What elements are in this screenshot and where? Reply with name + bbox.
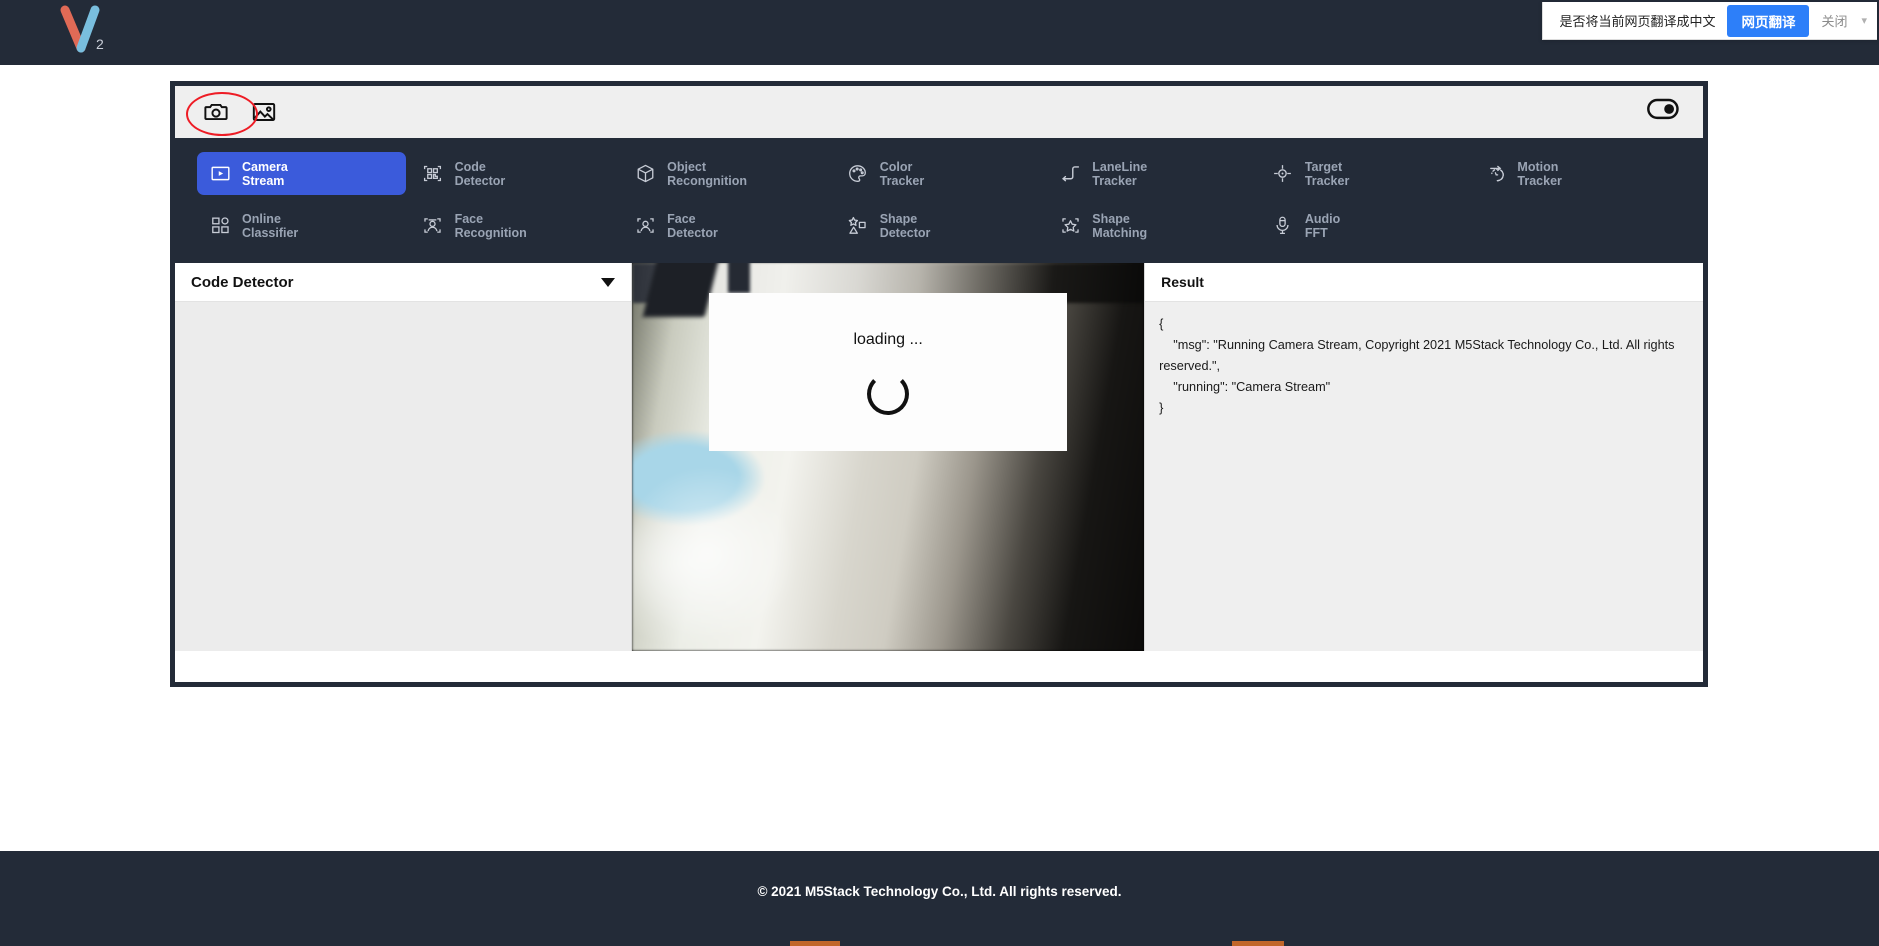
function-label: Camera Stream (242, 159, 288, 188)
function-item-target-tracker[interactable]: Target Tracker (1260, 152, 1469, 195)
function-item-shape-detector[interactable]: Shape Detector (835, 204, 1044, 247)
logo-subscript: 2 (96, 36, 104, 52)
settings-panel: Code Detector (175, 263, 633, 651)
page-body: Camera Stream Code Detector Object Recon… (0, 65, 1879, 851)
settings-panel-body (175, 302, 632, 651)
content-row: Code Detector loading ... Result { "msg"… (175, 263, 1703, 651)
toggle-switch-icon[interactable] (1647, 98, 1679, 122)
function-label: Face Detector (667, 211, 718, 240)
translate-close-button[interactable]: 关闭 (1821, 11, 1847, 30)
function-item-laneline-tracker[interactable]: LaneLine Tracker (1047, 152, 1256, 195)
function-item-face-recognition[interactable]: Face Recognition (410, 204, 619, 247)
function-label: Shape Matching (1092, 211, 1148, 240)
function-label: Object Recongnition (667, 159, 747, 188)
star-bracket-icon (1059, 215, 1081, 237)
motion-speed-icon (1484, 163, 1506, 185)
function-label: Motion Tracker (1517, 159, 1562, 188)
grid-shapes-icon (209, 215, 231, 237)
camera-feed-dark-bar (728, 263, 751, 293)
caret-down-icon[interactable] (601, 277, 616, 287)
function-item-color-tracker[interactable]: Color Tracker (835, 152, 1044, 195)
bottom-edge-accent-right (1232, 941, 1284, 946)
function-item-motion-tracker[interactable]: Motion Tracker (1472, 152, 1681, 195)
camera-icon[interactable] (201, 97, 231, 127)
result-json-output: { "msg": "Running Camera Stream, Copyrig… (1159, 317, 1675, 415)
camera-video-panel[interactable]: loading ... (632, 263, 1145, 651)
image-icon[interactable] (249, 97, 279, 127)
spinner-icon (867, 373, 910, 415)
microphone-icon (1272, 215, 1294, 237)
qr-code-icon (422, 163, 444, 185)
function-label: Target Tracker (1304, 159, 1350, 188)
face-bracket-icon (634, 215, 656, 237)
function-item-shape-matching[interactable]: Shape Matching (1047, 204, 1256, 247)
translate-message: 是否将当前网页翻译成中文 (1559, 14, 1716, 29)
function-label: Online Classifier (242, 211, 299, 240)
page-footer: © 2021 M5Stack Technology Co., Ltd. All … (0, 851, 1879, 946)
palette-icon (847, 163, 869, 185)
shapes-icon (847, 215, 869, 237)
translate-page-button[interactable]: 网页翻译 (1727, 4, 1810, 37)
loading-label: loading ... (853, 331, 923, 348)
bottom-edge-accent-left (790, 941, 840, 946)
face-scan-icon (422, 215, 444, 237)
chevron-down-icon[interactable]: ▾ (1859, 14, 1867, 27)
app-toolbar (175, 86, 1703, 138)
lane-line-icon (1059, 163, 1081, 185)
function-item-audio-fft[interactable]: Audio FFT (1260, 204, 1469, 247)
function-label: Color Tracker (879, 159, 925, 188)
v2-logo[interactable]: 2 (55, 4, 115, 56)
video-play-icon (209, 163, 231, 185)
footer-copyright: © 2021 M5Stack Technology Co., Ltd. All … (757, 884, 1122, 899)
crosshair-icon (1272, 163, 1294, 185)
loading-overlay: loading ... (709, 293, 1068, 451)
function-item-online-classifier[interactable]: Online Classifier (197, 204, 406, 247)
function-label: Code Detector (454, 159, 506, 188)
function-select-dropdown[interactable]: Code Detector (175, 263, 632, 302)
cube-icon (634, 163, 656, 185)
function-grid: Camera Stream Code Detector Object Recon… (175, 138, 1703, 263)
function-select-value: Code Detector (191, 273, 294, 291)
function-label: Audio FFT (1304, 211, 1341, 240)
translate-banner: 是否将当前网页翻译成中文 网页翻译 关闭 ▾ (1542, 2, 1877, 40)
function-item-camera-stream[interactable]: Camera Stream (197, 152, 406, 195)
result-title: Result (1145, 263, 1703, 302)
result-panel: Result { "msg": "Running Camera Stream, … (1144, 263, 1703, 651)
function-label: Shape Detector (879, 211, 931, 240)
function-label: LaneLine Tracker (1092, 159, 1148, 188)
app-frame: Camera Stream Code Detector Object Recon… (170, 81, 1708, 687)
function-label: Face Recognition (454, 211, 527, 240)
function-item-code-detector[interactable]: Code Detector (410, 152, 619, 195)
function-item-face-detector[interactable]: Face Detector (622, 204, 831, 247)
function-item-object-recognition[interactable]: Object Recongnition (622, 152, 831, 195)
